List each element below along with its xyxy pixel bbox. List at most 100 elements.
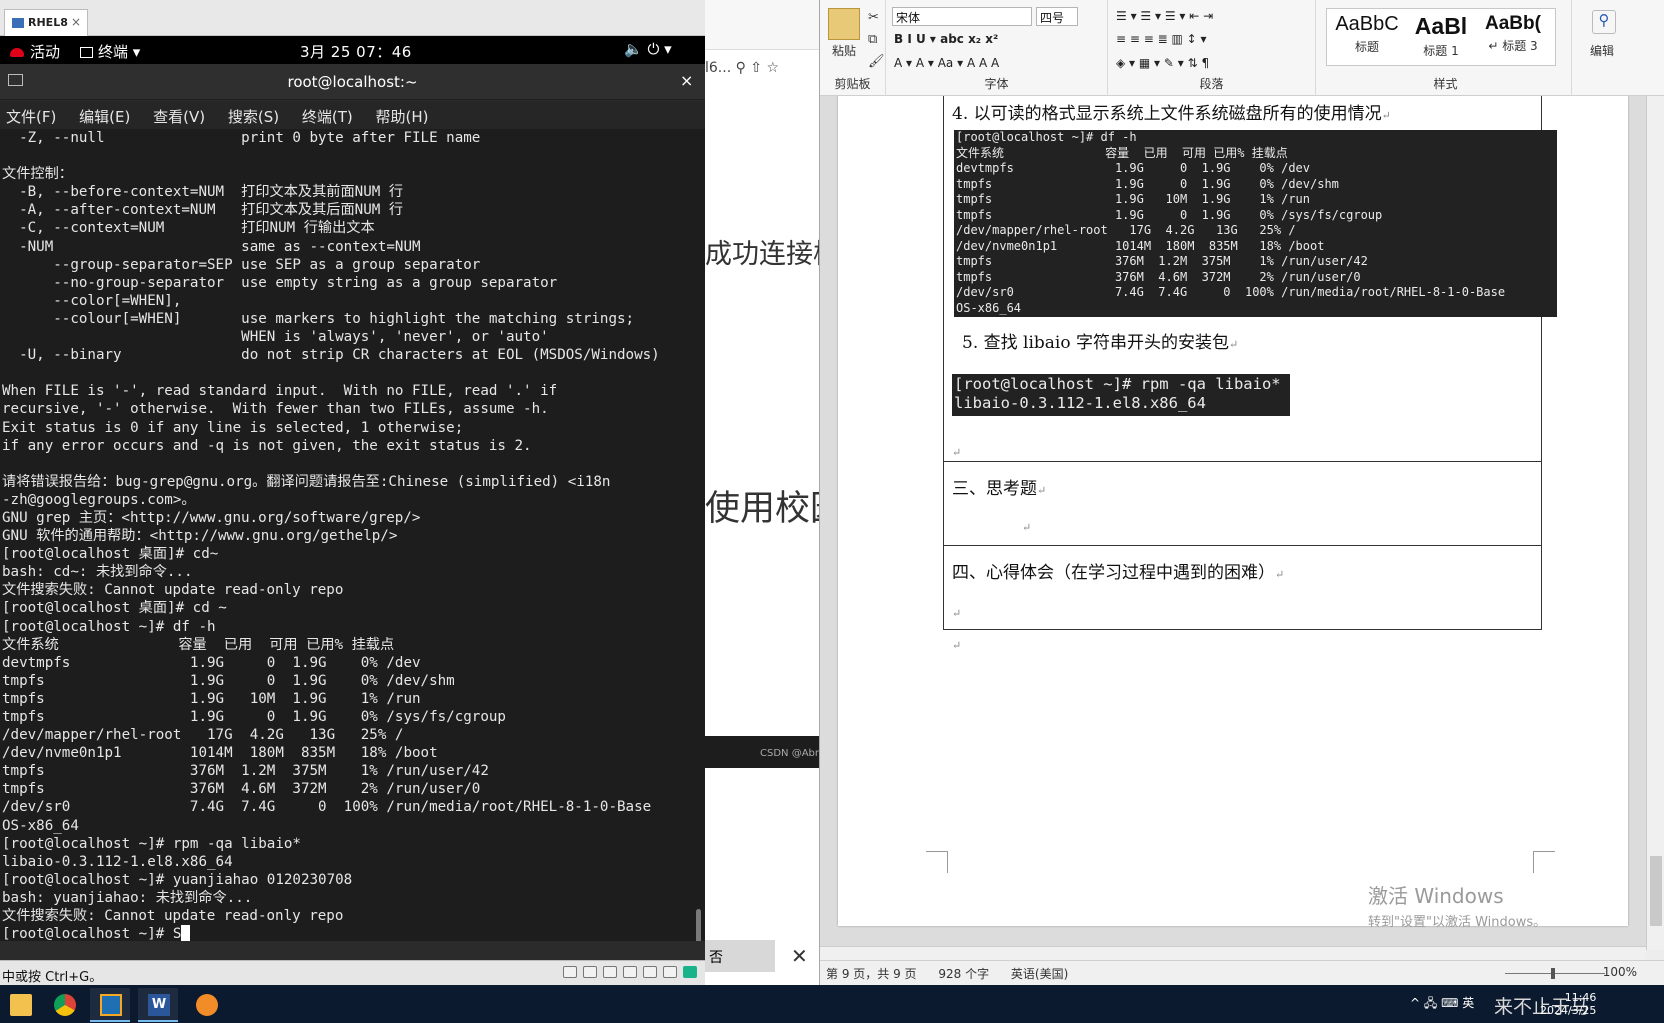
activities-button[interactable]: 活动 xyxy=(10,41,60,62)
menu-edit[interactable]: 编辑(E) xyxy=(79,108,130,126)
tray-clock[interactable]: 11:46 2024/3/25 xyxy=(1540,991,1596,1017)
scroll-thumb[interactable] xyxy=(1650,856,1662,926)
close-icon[interactable]: × xyxy=(71,15,81,29)
table-border-bottom xyxy=(943,629,1542,630)
usb-icon[interactable] xyxy=(623,966,637,978)
terminal-line: tmpfs 376M 4.6M 372M 2% /run/user/0 xyxy=(2,781,481,798)
menu-terminal[interactable]: 终端(T) xyxy=(302,108,353,126)
gnome-clock[interactable]: 3月 25 07：46 xyxy=(300,41,412,62)
terminal-line: /dev/sr0 7.4G 7.4G 0 100% /run/media/roo… xyxy=(2,799,652,816)
paragraph-mark: ↵ xyxy=(952,634,961,654)
csdn-watermark: CSDN @Abn xyxy=(705,736,819,768)
code-line: [root@localhost ~]# df -h xyxy=(956,130,1137,144)
font-name-combo[interactable]: 宋体 xyxy=(892,7,1032,26)
terminal-line: -U, --binary do not strip CR characters … xyxy=(2,347,660,364)
cut-icon[interactable]: ✂ xyxy=(868,10,879,25)
code-line: tmpfs 1.9G 10M 1.9G 1% /run xyxy=(956,192,1311,206)
paste-icon[interactable] xyxy=(828,8,860,40)
align-buttons[interactable]: ≡ ≡ ≡ ≣ ▥ ↕ ▾ xyxy=(1116,32,1207,46)
word-icon: W xyxy=(148,994,170,1016)
terminal-prompt[interactable]: [root@localhost ~]# S xyxy=(2,925,660,941)
terminal-line: tmpfs 1.9G 0 1.9G 0% /sys/fs/cgroup xyxy=(2,709,506,725)
terminal-line: [root@localhost ~]# df -h xyxy=(2,618,216,635)
close-icon[interactable]: ✕ xyxy=(791,944,808,968)
disk-icon[interactable] xyxy=(563,966,577,978)
terminal-line: -Z, --null print 0 byte after FILE name xyxy=(2,130,481,146)
taskbar-app[interactable] xyxy=(186,988,226,1022)
paragraph-group-label: 段落 xyxy=(1199,77,1224,91)
ribbon: 粘贴 ✂ ⧉ 🖌 剪贴板 宋体 四号 B I U ▾ abc x₂ x² A ▾… xyxy=(820,0,1664,96)
code-line: libaio-0.3.112-1.el8.x86_64 xyxy=(954,394,1206,412)
system-menu[interactable]: 🔈 ⏻ ▾ xyxy=(624,40,672,58)
terminal-line: tmpfs 1.9G 10M 1.9G 1% /run xyxy=(2,690,421,707)
copy-icon[interactable]: ⧉ xyxy=(868,32,877,47)
vm-tab-label: RHEL8 xyxy=(28,16,68,29)
watermark-line1: 激活 Windows xyxy=(1368,884,1504,908)
tray-date: 2024/3/25 xyxy=(1540,1004,1597,1017)
terminal-output[interactable]: -Z, --null print 0 byte after FILE name … xyxy=(0,129,705,941)
word-status-bar: 第 9 页，共 9 页 928 个字 英语(美国) 100% xyxy=(820,960,1664,985)
vmware-icon xyxy=(100,994,122,1016)
cd-icon[interactable] xyxy=(583,966,597,978)
font-group: 宋体 四号 B I U ▾ abc x₂ x² A ▾ A ▾ Aa ▾ A A… xyxy=(886,0,1108,96)
page-count[interactable]: 第 9 页，共 9 页 xyxy=(826,967,917,981)
paragraph-mark: ↵ xyxy=(1381,109,1391,122)
taskbar-chrome[interactable] xyxy=(44,988,84,1022)
terminal-line: -A, --after-context=NUM 打印文本及其后面NUM 行 xyxy=(2,202,404,219)
network-icon[interactable] xyxy=(603,966,617,978)
menu-help[interactable]: 帮助(H) xyxy=(376,108,429,126)
terminal-scrollbar[interactable] xyxy=(696,909,701,941)
menu-search[interactable]: 搜索(S) xyxy=(228,108,279,126)
format-painter-icon[interactable]: 🖌 xyxy=(868,54,885,69)
taskbar-explorer[interactable] xyxy=(0,988,40,1022)
zoom-level[interactable]: 100% xyxy=(1603,965,1637,979)
printer-icon[interactable] xyxy=(663,966,677,978)
paragraph-mark: ↵ xyxy=(1022,516,1031,536)
vertical-scrollbar[interactable] xyxy=(1646,96,1664,950)
font-effects-row[interactable]: A ▾ A ▾ Aa ▾ A A A xyxy=(894,56,999,70)
vm-tab-rhel8[interactable]: RHEL8 × xyxy=(4,9,88,36)
document-area[interactable]: 4. 以可读的格式显示系统上文件系统磁盘所有的使用情况↵ [root@local… xyxy=(820,96,1664,950)
sound-icon[interactable] xyxy=(643,966,657,978)
terminal-line: GNU 软件的通用帮助：<http://www.gnu.org/gethelp/… xyxy=(2,528,398,545)
terminal-line: tmpfs 1.9G 0 1.9G 0% /dev/shm xyxy=(2,672,455,689)
zoom-slider-thumb[interactable] xyxy=(1551,968,1555,979)
shading-buttons[interactable]: ◈ ▾ ▦ ▾ ✎ ▾ ⇅ ¶ xyxy=(1116,56,1209,70)
terminal-line: 文件搜索失败: Cannot update read-only repo xyxy=(2,582,344,599)
terminal-line: /dev/nvme0n1p1 1014M 180M 835M 18% /boot xyxy=(2,745,438,762)
margin-corner-mark xyxy=(926,851,948,873)
no-button[interactable]: 否 xyxy=(705,940,775,972)
vm-device-icons xyxy=(557,966,697,982)
search-icon[interactable]: ⚲ xyxy=(1592,10,1616,34)
menu-view[interactable]: 查看(V) xyxy=(153,108,205,126)
doc-section-4: 四、心得体会（在学习过程中遇到的困难）↵ xyxy=(952,558,1284,583)
code-line: tmpfs 376M 4.6M 372M 2% /run/user/0 xyxy=(956,269,1361,284)
taskbar-word[interactable]: W xyxy=(138,988,178,1022)
horizontal-scrollbar[interactable] xyxy=(820,946,1646,960)
app-menu-label: 终端 ▾ xyxy=(98,43,141,61)
taskbar-vmware[interactable] xyxy=(90,988,130,1022)
table-row-divider xyxy=(943,545,1542,546)
message-icon[interactable] xyxy=(683,966,697,978)
edit-label[interactable]: 编辑 xyxy=(1590,42,1614,59)
terminal-line: [root@localhost ~]# yuanjiahao 012023070… xyxy=(2,871,353,888)
browser-url-fragment[interactable]: l6... ⚲ ⇧ ☆ xyxy=(705,60,819,76)
document-page[interactable]: 4. 以可读的格式显示系统上文件系统磁盘所有的使用情况↵ [root@local… xyxy=(838,96,1628,926)
font-size-combo[interactable]: 四号 xyxy=(1036,7,1078,26)
paragraph-mark: ↵ xyxy=(1275,568,1285,581)
word-count[interactable]: 928 个字 xyxy=(938,967,989,981)
terminal-line: WHEN is 'always', 'never', or 'auto' xyxy=(2,329,549,346)
close-icon[interactable]: × xyxy=(680,71,693,90)
menu-file[interactable]: 文件(F) xyxy=(6,108,56,126)
format-buttons[interactable]: B I U ▾ abc x₂ x² xyxy=(894,32,998,46)
zoom-slider[interactable] xyxy=(1505,968,1605,979)
language[interactable]: 英语(美国) xyxy=(1011,967,1068,981)
terminal-line: bash: yuanjiahao: 未找到命令... xyxy=(2,889,253,906)
font-group-label: 字体 xyxy=(984,77,1009,91)
tray-icons[interactable]: ^ 🖧 ⌨ 英 xyxy=(1410,996,1474,1010)
list-buttons[interactable]: ☰ ▾ ☰ ▾ ☰ ▾ ⇤ ⇥ xyxy=(1116,9,1213,23)
terminal-line: [root@localhost 桌面]# cd~ xyxy=(2,546,219,563)
app-menu-terminal[interactable]: 终端 ▾ xyxy=(80,41,140,62)
vm-status-text: 中或按 Ctrl+G。 xyxy=(2,970,103,985)
paste-label[interactable]: 粘贴 xyxy=(832,42,856,59)
